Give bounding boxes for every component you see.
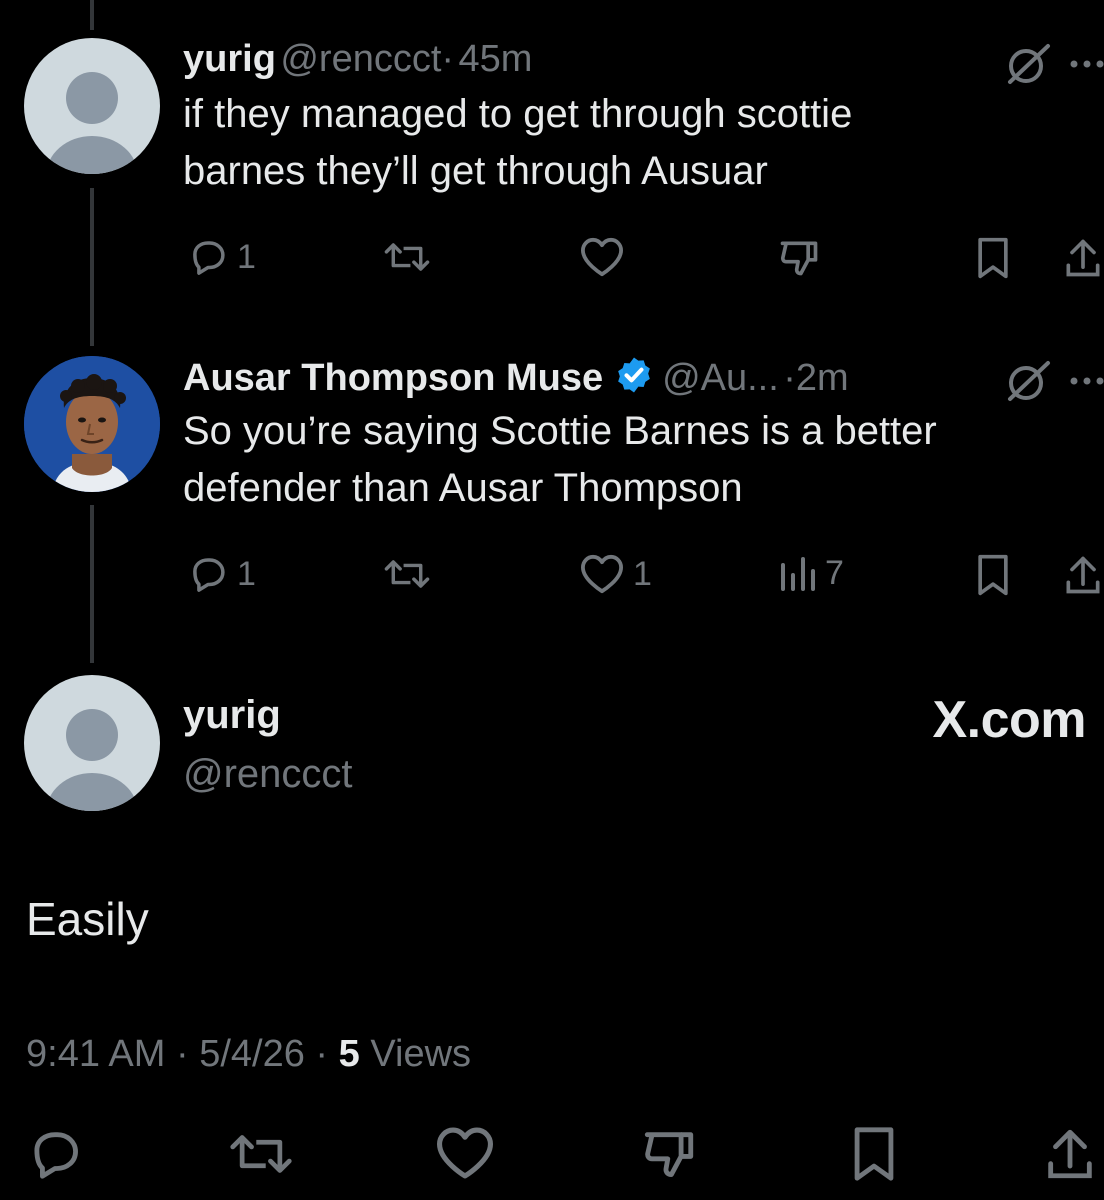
like-count: 1 (633, 554, 652, 593)
heart-icon (579, 236, 625, 278)
tweet-text-line: if they managed to get through scottie (183, 92, 853, 136)
views-count: 5 (338, 1033, 360, 1075)
main-tweet-actions (0, 1125, 1104, 1185)
repost-button[interactable] (228, 1125, 294, 1183)
share-button[interactable] (1063, 236, 1103, 280)
thread-line-top (90, 0, 94, 30)
views-label: Views (370, 1033, 472, 1075)
cartoon-portrait-icon (24, 356, 160, 492)
verified-badge-icon[interactable] (614, 355, 654, 400)
reply-count: 1 (237, 554, 256, 593)
more-icon[interactable] (1070, 58, 1104, 70)
share-icon (1063, 553, 1103, 597)
x-com-watermark: X.com (932, 691, 1086, 749)
separator-dot: · (315, 1033, 329, 1075)
reply-icon (26, 1125, 84, 1183)
dislike-button[interactable] (777, 236, 821, 280)
tweet-text: So you’re saying Scottie Barnes is a bet… (183, 403, 1104, 517)
tweet-1[interactable]: yurig @renccct· 45m if they managed to g… (183, 38, 1104, 200)
tweet-meta: 9:41 AM · 5/4/26 · 5 Views (26, 1033, 471, 1076)
share-icon (1063, 236, 1103, 280)
share-button[interactable] (1063, 553, 1103, 597)
author-handle[interactable]: @Au... (662, 357, 779, 399)
post-time[interactable]: 9:41 AM (26, 1033, 165, 1075)
views-count: 7 (825, 553, 844, 592)
views-button[interactable]: 7 (777, 553, 844, 593)
tweet-header: Ausar Thompson Muse @Au... ·2m (183, 355, 1104, 401)
main-tweet-text: Easily (26, 893, 149, 945)
dislike-button[interactable] (640, 1125, 698, 1183)
like-button[interactable]: 1 (579, 553, 652, 595)
avatar-yurig-main[interactable] (24, 675, 160, 811)
post-date[interactable]: 5/4/26 (199, 1033, 305, 1075)
avatar-ausar-thompson-muse[interactable] (24, 356, 160, 492)
separator-dot: · (783, 357, 796, 399)
like-button[interactable] (434, 1125, 496, 1181)
tweet-actions: 1 (183, 236, 1104, 286)
tweet-2[interactable]: Ausar Thompson Muse @Au... ·2m So you’re… (183, 355, 1104, 517)
reply-icon (187, 553, 229, 595)
repost-icon (228, 1125, 294, 1183)
thumbs-down-icon (640, 1125, 698, 1183)
timestamp[interactable]: 45m (459, 38, 533, 80)
main-author-name[interactable]: yurig (183, 693, 281, 738)
author-name[interactable]: Ausar Thompson Muse (183, 357, 603, 399)
bookmark-button[interactable] (973, 236, 1013, 280)
like-button[interactable] (579, 236, 625, 278)
avatar-yurig[interactable] (24, 38, 160, 174)
author-handle[interactable]: @renccct (280, 38, 441, 80)
reply-button[interactable] (26, 1125, 84, 1183)
separator-dot: · (175, 1033, 189, 1075)
grok-icon[interactable] (1004, 359, 1052, 403)
share-button[interactable] (1044, 1125, 1096, 1183)
bookmark-button[interactable] (848, 1125, 900, 1183)
tweet-text-line: barnes they’ll get through Ausuar (183, 149, 768, 193)
tweet-actions: 1 1 7 (183, 553, 1104, 603)
grok-icon[interactable] (1004, 42, 1052, 86)
share-icon (1044, 1125, 1096, 1183)
tweet-text: if they managed to get through scottie b… (183, 86, 1104, 200)
thread-line-2 (90, 505, 94, 663)
more-icon[interactable] (1070, 375, 1104, 387)
reply-button[interactable]: 1 (187, 553, 256, 595)
heart-icon (579, 553, 625, 595)
x-thread-screen: yurig @renccct· 45m if they managed to g… (0, 0, 1104, 1200)
bar-chart-icon (777, 553, 817, 593)
tweet-text-line: defender than Ausar Thompson (183, 466, 743, 510)
author-name[interactable]: yurig (183, 38, 276, 80)
tweet-header: yurig @renccct· 45m (183, 38, 1104, 84)
bookmark-icon (973, 553, 1013, 597)
repost-button[interactable] (383, 236, 431, 278)
bookmark-icon (973, 236, 1013, 280)
main-author-handle[interactable]: @renccct (183, 752, 353, 797)
separator-dot: · (441, 38, 455, 80)
reply-icon (187, 236, 229, 278)
repost-icon (383, 236, 431, 278)
bookmark-button[interactable] (973, 553, 1013, 597)
bookmark-icon (848, 1125, 900, 1183)
reply-count: 1 (237, 237, 256, 276)
timestamp[interactable]: 2m (796, 357, 849, 399)
repost-icon (383, 553, 431, 595)
repost-button[interactable] (383, 553, 431, 595)
thumbs-down-icon (777, 236, 821, 280)
heart-icon (434, 1125, 496, 1181)
thread-line-1 (90, 188, 94, 346)
reply-button[interactable]: 1 (187, 236, 256, 278)
tweet-text-line: So you’re saying Scottie Barnes is a bet… (183, 409, 937, 453)
